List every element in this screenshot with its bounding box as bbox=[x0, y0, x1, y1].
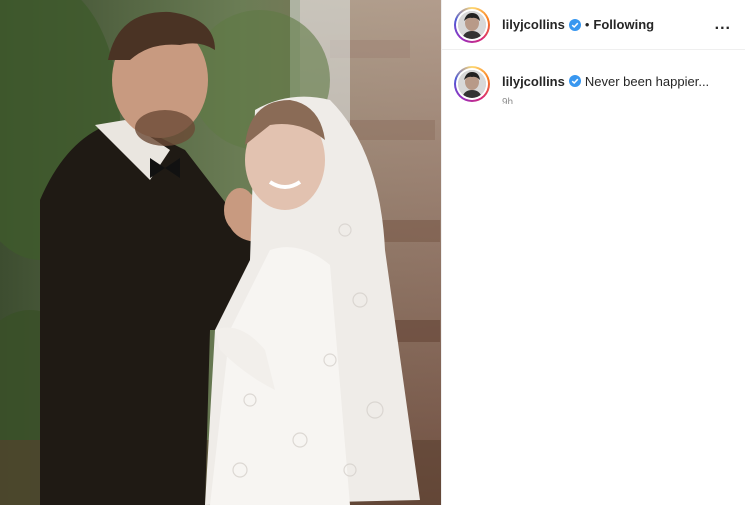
caption-author-avatar[interactable] bbox=[454, 66, 490, 102]
post-photo[interactable] bbox=[0, 0, 441, 505]
author-avatar[interactable] bbox=[454, 6, 490, 43]
separator-dot: • bbox=[584, 17, 590, 32]
post-timestamp[interactable]: 9h bbox=[502, 96, 709, 104]
caption-username[interactable]: lilyjcollins bbox=[502, 74, 565, 89]
verified-badge-icon bbox=[568, 18, 581, 31]
post-side-panel: lilyjcollins • Following ... lilyjcollin… bbox=[441, 0, 745, 505]
caption-text: Never been happier... bbox=[584, 74, 710, 89]
post-header: lilyjcollins • Following ... bbox=[442, 0, 745, 50]
more-options-icon[interactable]: ... bbox=[715, 16, 731, 34]
author-username[interactable]: lilyjcollins bbox=[502, 17, 565, 32]
caption-comment: lilyjcollins Never been happier... 9h bbox=[442, 50, 745, 104]
verified-badge-icon bbox=[568, 75, 581, 87]
profile-photo-icon bbox=[458, 10, 486, 39]
profile-photo-icon bbox=[458, 70, 486, 98]
following-button[interactable]: Following bbox=[593, 17, 654, 32]
